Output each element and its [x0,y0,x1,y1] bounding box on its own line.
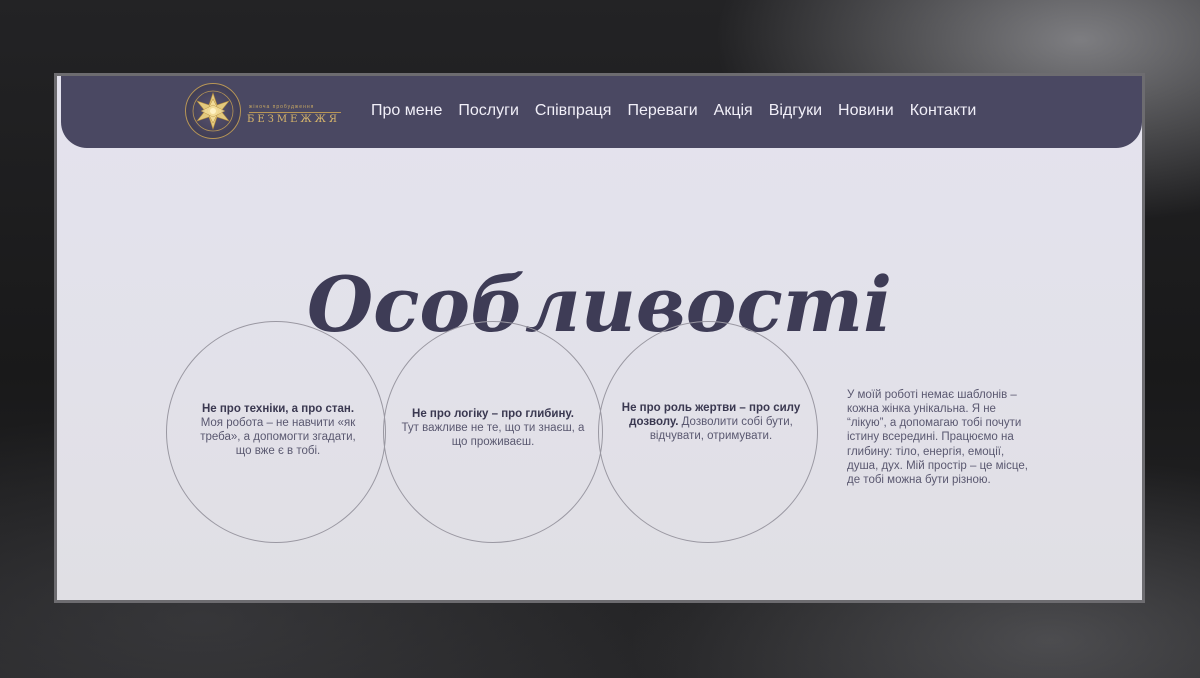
nav-item-promo[interactable]: Акція [714,102,753,120]
nav-item-cooperation[interactable]: Співпраця [535,102,612,120]
feature-title: Не про логіку – про глибину. [412,408,574,420]
feature-circle-3: Не про роль жертви – про силу дозволу. Д… [598,321,818,543]
nav-item-about[interactable]: Про мене [371,102,442,120]
feature-circle-text: Не про роль жертви – про силу дозволу. Д… [619,302,803,542]
feature-circle-1: Не про техніки, а про стан. Моя робота –… [166,321,386,543]
website-preview-frame: жіноча пробудження БЕЗМЕЖЖЯ Про мене Пос… [54,73,1145,603]
nav-item-advantages[interactable]: Переваги [627,102,697,120]
feature-circle-text: Не про техніки, а про стан. Моя робота –… [191,318,365,542]
feature-title: Не про техніки, а про стан. [201,403,355,415]
feature-circle-text: Не про логіку – про глибину. Тут важливе… [400,314,586,542]
logo-tagline: жіноча пробудження [249,104,341,113]
logo-wordmark[interactable]: БЕЗМЕЖЖЯ [247,114,340,125]
intro-paragraph: У моїй роботі немає шаблонів – кожна жін… [847,388,1028,487]
gold-star-mandala-icon [192,90,234,132]
nav-item-contacts[interactable]: Контакти [910,102,977,120]
site-header: жіноча пробудження БЕЗМЕЖЖЯ Про мене Пос… [61,76,1142,148]
nav-item-services[interactable]: Послуги [458,102,519,120]
feature-description: Тут важливе не те, що ти знаєш, а що про… [401,422,585,448]
nav-item-reviews[interactable]: Відгуки [769,102,822,120]
feature-description: Моя робота – не навчити «як треба», а до… [200,417,356,457]
nav-item-news[interactable]: Новини [838,102,894,120]
main-navigation: Про мене Послуги Співпраця Переваги Акці… [371,102,992,120]
logo-emblem[interactable] [185,83,241,139]
feature-circle-2: Не про логіку – про глибину. Тут важливе… [383,321,603,543]
